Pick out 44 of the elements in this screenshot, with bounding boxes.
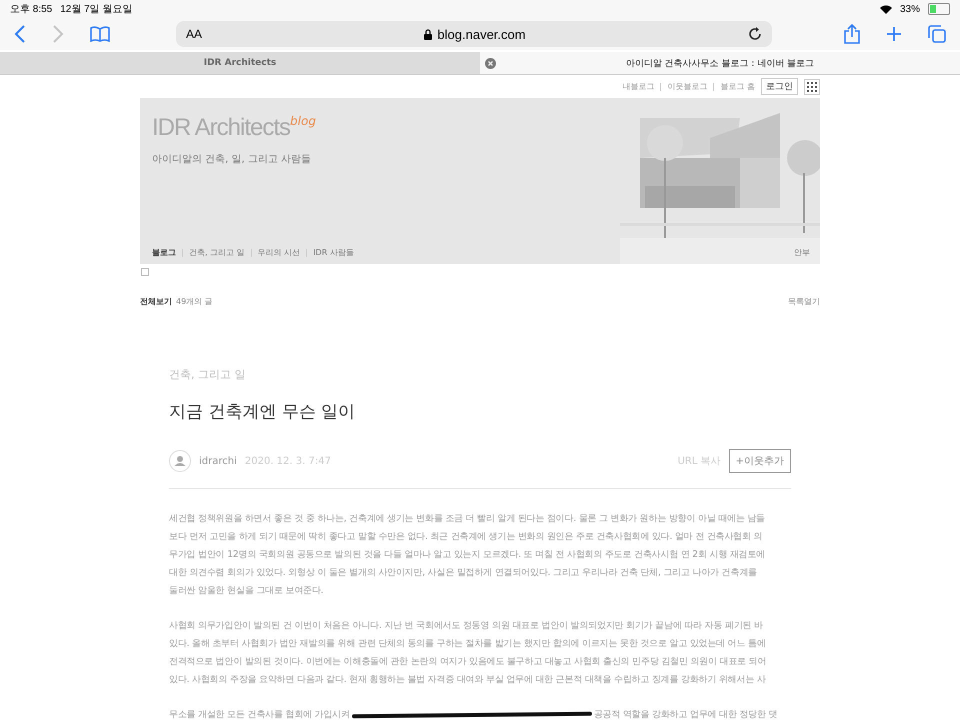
browser-tab[interactable]: 아이디알 건축사사무소 블로그 : 네이버 블로그 [480,52,960,75]
blog-title: IDR Architects [152,114,290,142]
post-category[interactable]: 건축, 그리고 일 [169,368,246,381]
back-icon[interactable] [14,25,26,43]
status-time: 오후 8:55 [10,3,52,16]
plus-icon[interactable] [886,26,902,42]
list-toggle-link[interactable]: 목록열기 [788,296,820,307]
text-size-button[interactable]: AA [186,27,202,41]
paragraph: 세건협 정책위원을 하면서 좋은 것 중 하나는, 건축계에 생기는 변화를 조금 더 빨리 알게 된다는 점이다. 물론 그 변화가 원하는 방향이 아닐 때에는 남들 보다 먼저 고민을 하게 되기 때문에 딱히 좋다고 말할 수만은 없다. 최근 건축계에 생기는 변화의 원인은 주로 건축사협회에 있다. 얼마 전 건축사협회 의 무가입 법안이 12명의 국회의원 공동으로 발의된 것을 다들 얼마나 알고 있는지 모르겠다. 또 며칠 전 사협회의 주도로 건축사시험 연 2회 시행 재검토에 대한 의견수렴 회의가 있었다. 외형상 이 둘은 별개의 사안이지만, 사실은 밀접하게 연결되어있다. 그리고 우리나라 건축 단체, 그리고 나아가 건축계를 둘러싼 암울한 현실을 그대로 보여준다. [169,512,766,598]
avatar-icon [169,450,191,472]
paragraph: 사협회 의무가입안이 발의된 건 이번이 처음은 아니다. 지난 번 국회에서도 정동영 의원 대표로 법안이 발의되었지만 회기가 끝남에 따라 자동 폐기된 바 있다. 올해 초부터 사협회가 법안 재발의를 위해 관련 단체의 동의를 구하는 절차를 밟기는 했지만 합의에 이르지는 못한 것으로 알고 있었는데 어느 틈에 전격적으로 법안이 발의된 것이다. 이번에는 이해충돌에 관한 논란의 여지가 있음에도 불구하고 대놓고 사협회 출신의 민주당 김철민 의원이 대표로 되어 있다. 사협회의 주장을 요약하면 다음과 같다. 현재 횡행하는 불법 자격증 대여와 부실 업무에 대한 근본적 대책을 수립하고 징계를 강화하기 위해서는 사 [169,619,768,687]
tabs-icon[interactable] [928,25,946,43]
expand-icon[interactable] [141,268,149,276]
post-count: 49개의 글 [176,296,213,307]
apps-grid-icon[interactable] [804,78,820,94]
blog-menu-item[interactable]: 건축, 그리고 일 [189,247,245,258]
lock-icon [424,28,432,40]
top-link[interactable]: 이웃블로그 [667,81,708,92]
author-name[interactable]: idrarchi [199,456,237,466]
login-button[interactable]: 로그인 [761,78,798,95]
blog-menu-item[interactable]: 블로그 [152,247,176,258]
share-icon[interactable] [844,24,860,44]
battery-percent: 33% [900,4,920,14]
wifi-icon [880,4,892,14]
status-date: 12월 7일 월요일 [60,3,132,16]
reload-icon[interactable] [748,27,762,41]
top-link[interactable]: 내블로그 [622,81,654,92]
browser-tab[interactable]: IDR Architects [0,52,480,75]
blog-menu-item[interactable]: IDR 사람들 [313,247,354,258]
paragraph-line: 무소를 개설한 모든 건축사를 협회에 가입시켜 [169,708,350,720]
blog-label: blog [290,114,316,128]
paragraph-line: 공공적 역할을 강화하고 업무에 대한 정당한 댓 [594,708,778,720]
close-icon[interactable] [485,58,496,69]
book-icon[interactable] [90,26,110,42]
battery-icon [928,3,950,15]
address-bar[interactable]: AA blog.naver.com [176,21,772,47]
blog-menu-item[interactable]: 우리의 시선 [258,247,300,258]
blog-subtitle: 아이디알의 건축, 일, 그리고 사람들 [152,153,312,166]
add-neighbor-button[interactable]: +이웃추가 [728,449,791,473]
post-title: 지금 건축계엔 무슨 일이 [169,401,356,423]
all-posts-link[interactable]: 전체보기 [140,296,172,307]
top-link[interactable]: 블로그 홈 [720,81,755,92]
guestbook-link[interactable]: 안부 [794,247,810,258]
url-text: blog.naver.com [202,26,748,42]
